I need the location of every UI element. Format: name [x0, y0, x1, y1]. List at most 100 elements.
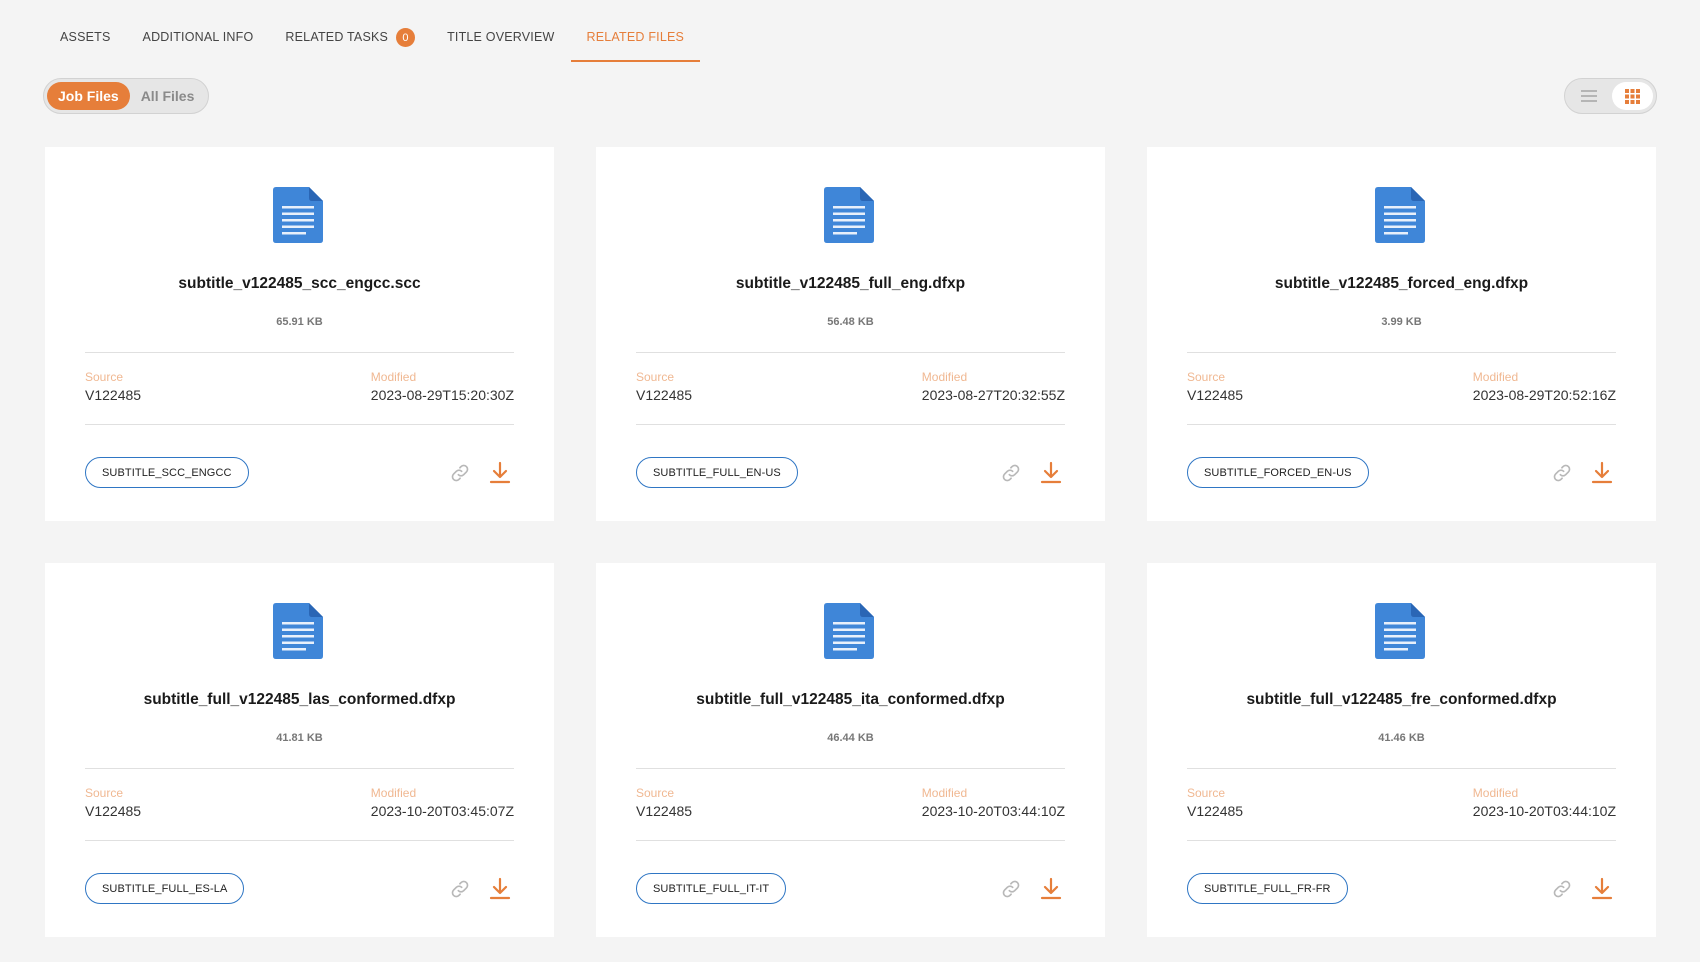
link-icon[interactable] [1552, 463, 1572, 483]
tab-additional-info[interactable]: ADDITIONAL INFO [127, 22, 270, 62]
download-icon[interactable] [1040, 461, 1062, 485]
download-icon[interactable] [489, 461, 511, 485]
tab-related-files[interactable]: RELATED FILES [570, 22, 701, 62]
job-files-button[interactable]: Job Files [47, 82, 130, 110]
related-tasks-count-badge: 0 [396, 28, 416, 47]
file-card-grid: subtitle_v122485_scc_engcc.scc 65.91 KB … [45, 147, 1656, 937]
file-name: subtitle_v122485_full_eng.dfxp [735, 275, 966, 292]
divider [1187, 424, 1616, 425]
divider [85, 352, 514, 353]
source-label: Source [85, 370, 124, 384]
tab-label: RELATED FILES [586, 30, 685, 44]
source-value: V122485 [85, 387, 142, 403]
download-icon[interactable] [1040, 877, 1062, 901]
divider [85, 768, 514, 769]
grid-view-button[interactable] [1611, 82, 1653, 110]
file-card: subtitle_v122485_full_eng.dfxp 56.48 KB … [596, 147, 1105, 521]
file-card: subtitle_full_v122485_fre_conformed.dfxp… [1147, 563, 1656, 937]
modified-value: 2023-08-29T15:20:30Z [370, 387, 514, 403]
modified-field: Modified 2023-10-20T03:45:07Z [371, 786, 514, 820]
file-name: subtitle_full_v122485_las_conformed.dfxp [143, 691, 456, 708]
modified-value: 2023-08-27T20:32:55Z [921, 387, 1065, 403]
modified-value: 2023-08-29T20:52:16Z [1472, 387, 1616, 403]
file-name: subtitle_full_v122485_ita_conformed.dfxp [696, 691, 1005, 708]
document-file-icon [273, 187, 323, 243]
file-type-tag: SUBTITLE_FULL_ES-LA [85, 873, 245, 904]
file-type-tag: SUBTITLE_FORCED_EN-US [1187, 457, 1369, 488]
source-label: Source [1187, 786, 1226, 800]
source-value: V122485 [636, 387, 693, 403]
source-field: Source V122485 [636, 786, 692, 820]
view-mode-toggle [1564, 78, 1657, 114]
link-icon[interactable] [450, 879, 470, 899]
file-size: 65.91 KB [276, 316, 323, 328]
file-size: 41.81 KB [276, 732, 323, 744]
source-label: Source [1187, 370, 1226, 384]
file-size: 56.48 KB [827, 316, 874, 328]
tab-related-tasks[interactable]: RELATED TASKS 0 [269, 22, 431, 62]
modified-label: Modified [1472, 370, 1519, 384]
modified-label: Modified [370, 786, 417, 800]
source-field: Source V122485 [636, 370, 692, 404]
source-value: V122485 [85, 803, 142, 819]
file-size: 41.46 KB [1378, 732, 1425, 744]
divider [85, 840, 514, 841]
document-file-icon [1375, 187, 1425, 243]
file-name: subtitle_v122485_scc_engcc.scc [178, 275, 421, 292]
tab-bar: ASSETS ADDITIONAL INFO RELATED TASKS 0 T… [44, 22, 701, 64]
document-file-icon [273, 603, 323, 659]
download-icon[interactable] [489, 877, 511, 901]
file-card: subtitle_v122485_forced_eng.dfxp 3.99 KB… [1147, 147, 1656, 521]
file-card: subtitle_v122485_scc_engcc.scc 65.91 KB … [45, 147, 554, 521]
tab-label: RELATED TASKS [285, 30, 389, 44]
modified-field: Modified 2023-08-29T20:52:16Z [1473, 370, 1616, 404]
source-label: Source [636, 370, 675, 384]
file-filter-toggle: Job Files All Files [43, 78, 209, 114]
modified-field: Modified 2023-08-27T20:32:55Z [922, 370, 1065, 404]
file-type-tag: SUBTITLE_FULL_IT-IT [636, 873, 787, 904]
list-view-button[interactable] [1568, 82, 1610, 110]
modified-value: 2023-10-20T03:44:10Z [921, 803, 1065, 819]
divider [1187, 352, 1616, 353]
modified-label: Modified [1472, 786, 1519, 800]
file-size: 3.99 KB [1381, 316, 1422, 328]
all-files-button[interactable]: All Files [130, 82, 206, 110]
divider [636, 768, 1065, 769]
source-field: Source V122485 [85, 786, 141, 820]
divider [636, 424, 1065, 425]
source-field: Source V122485 [1187, 370, 1243, 404]
download-icon[interactable] [1591, 461, 1613, 485]
download-icon[interactable] [1591, 877, 1613, 901]
link-icon[interactable] [1552, 879, 1572, 899]
list-view-icon [1580, 90, 1597, 102]
file-name: subtitle_v122485_forced_eng.dfxp [1274, 275, 1529, 292]
modified-value: 2023-10-20T03:44:10Z [1472, 803, 1616, 819]
tab-title-overview[interactable]: TITLE OVERVIEW [431, 22, 570, 62]
grid-view-icon [1624, 88, 1640, 104]
modified-field: Modified 2023-08-29T15:20:30Z [371, 370, 514, 404]
tab-label: ADDITIONAL INFO [142, 30, 254, 44]
divider [636, 352, 1065, 353]
tab-label: TITLE OVERVIEW [447, 30, 555, 44]
divider [636, 840, 1065, 841]
file-size: 46.44 KB [827, 732, 874, 744]
link-icon[interactable] [450, 463, 470, 483]
link-icon[interactable] [1001, 879, 1021, 899]
divider [1187, 768, 1616, 769]
modified-label: Modified [921, 786, 968, 800]
tab-label: ASSETS [60, 30, 111, 44]
link-icon[interactable] [1001, 463, 1021, 483]
modified-label: Modified [370, 370, 417, 384]
file-type-tag: SUBTITLE_SCC_ENGCC [85, 457, 249, 488]
document-file-icon [824, 603, 874, 659]
divider [85, 424, 514, 425]
modified-field: Modified 2023-10-20T03:44:10Z [922, 786, 1065, 820]
file-name: subtitle_full_v122485_fre_conformed.dfxp [1246, 691, 1557, 708]
divider [1187, 840, 1616, 841]
modified-value: 2023-10-20T03:45:07Z [370, 803, 514, 819]
file-type-tag: SUBTITLE_FULL_FR-FR [1187, 873, 1348, 904]
source-value: V122485 [1187, 803, 1244, 819]
tab-assets[interactable]: ASSETS [44, 22, 127, 62]
source-field: Source V122485 [85, 370, 141, 404]
source-value: V122485 [636, 803, 693, 819]
